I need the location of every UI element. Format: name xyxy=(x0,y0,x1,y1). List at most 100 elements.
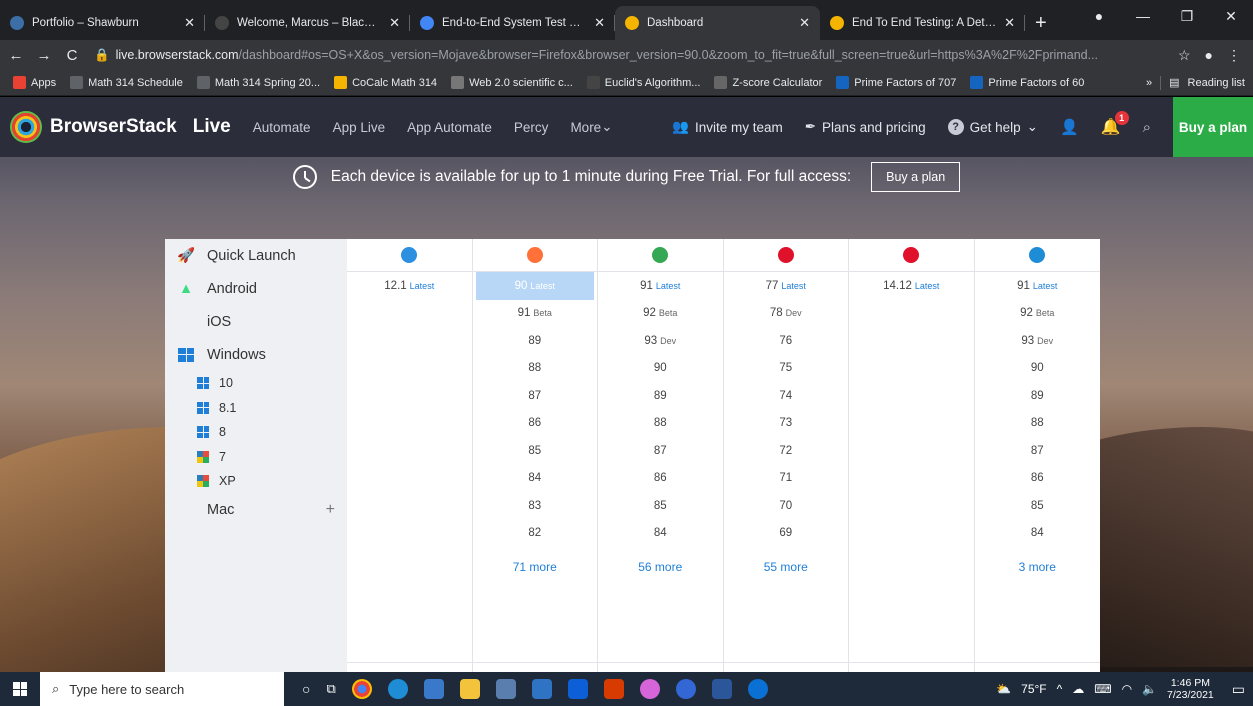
nav-more[interactable]: More xyxy=(570,120,601,135)
dropbox-icon[interactable] xyxy=(567,679,588,699)
mail-icon[interactable] xyxy=(531,679,552,699)
tray-chevron-icon[interactable]: ^ xyxy=(1057,682,1063,696)
app-taskbar-icon[interactable] xyxy=(423,679,444,699)
expand-plus-icon[interactable]: + xyxy=(326,501,335,519)
reading-list-button[interactable]: Reading list xyxy=(1188,77,1245,89)
browser-tab[interactable]: Portfolio – Shawburn ✕ xyxy=(0,6,205,40)
taskbar-search-box[interactable]: ⌕ Type here to search xyxy=(40,672,284,706)
os-item-android[interactable]: ▲ Android xyxy=(165,272,347,305)
weather-icon[interactable]: ⛅ xyxy=(996,682,1011,696)
maximize-button[interactable]: ❐ xyxy=(1165,8,1209,25)
windows-version-8.1[interactable]: 8.1 xyxy=(165,396,347,421)
browser-version[interactable]: 90 xyxy=(598,355,723,383)
search-icon[interactable]: ⌕ xyxy=(1143,119,1151,136)
browser-version[interactable]: 75 xyxy=(724,355,849,383)
browser-tab[interactable]: Dashboard ✕ xyxy=(615,6,820,40)
browser-version[interactable]: 91 Latest xyxy=(975,272,1101,300)
office-icon[interactable] xyxy=(603,679,624,699)
browser-version[interactable]: 88 xyxy=(975,410,1101,438)
bookmark-item[interactable]: Euclid's Algorithm... xyxy=(580,76,708,89)
start-button[interactable] xyxy=(0,682,40,696)
get-help-dropdown[interactable]: ? Get help ⌄ xyxy=(947,119,1038,135)
browser-version[interactable]: 90 xyxy=(975,355,1101,383)
browser-version[interactable]: 69 xyxy=(724,520,849,548)
browser-version[interactable]: 84 xyxy=(473,465,598,493)
os-item-windows[interactable]: Windows xyxy=(165,338,347,371)
browser-version[interactable]: 77 Latest xyxy=(724,272,849,300)
tab-close-icon[interactable]: ✕ xyxy=(594,15,605,31)
browser-version[interactable]: 89 xyxy=(598,382,723,410)
bookmark-item[interactable]: Math 314 Schedule xyxy=(63,76,190,89)
trial-buy-plan-button[interactable]: Buy a plan xyxy=(871,162,961,192)
browser-version[interactable]: 74 xyxy=(724,382,849,410)
bookmark-item[interactable]: Prime Factors of 60 xyxy=(963,76,1091,89)
browser-version[interactable]: 88 xyxy=(598,410,723,438)
forward-button[interactable]: → xyxy=(32,47,56,64)
windows-version-7[interactable]: 7 xyxy=(165,445,347,470)
cortana-icon[interactable]: ○ xyxy=(302,681,310,697)
browser-version[interactable]: 84 xyxy=(975,520,1101,548)
reload-button[interactable]: C xyxy=(60,47,84,64)
browser-version[interactable]: 78 Dev xyxy=(724,300,849,328)
browser-version[interactable]: 89 xyxy=(975,382,1101,410)
minimize-button[interactable]: — xyxy=(1121,8,1165,24)
network-icon[interactable]: ⌨ xyxy=(1094,682,1111,696)
browser-version[interactable]: 92 Beta xyxy=(975,300,1101,328)
browser-version[interactable]: 89 xyxy=(473,327,598,355)
browser-version[interactable]: 91 Latest xyxy=(598,272,723,300)
chrome-taskbar-icon[interactable] xyxy=(351,679,372,699)
browser-version[interactable]: 83 xyxy=(473,492,598,520)
bookmark-item[interactable]: Web 2.0 scientific c... xyxy=(444,76,580,89)
windows-version-8[interactable]: 8 xyxy=(165,420,347,445)
show-more-versions-link[interactable]: 56 more xyxy=(598,547,723,587)
bookmarks-overflow-button[interactable]: » xyxy=(1146,77,1152,89)
nav-app-automate[interactable]: App Automate xyxy=(407,120,492,135)
notifications-bell-icon[interactable]: 🔔 1 xyxy=(1101,111,1129,137)
browser-tab[interactable]: End To End Testing: A Detaile ✕ xyxy=(820,6,1025,40)
browser-version[interactable]: 91 Beta xyxy=(473,300,598,328)
word-icon[interactable] xyxy=(711,679,732,699)
bookmark-item[interactable]: CoCalc Math 314 xyxy=(327,76,444,89)
onedrive-icon[interactable]: ☁ xyxy=(1072,682,1084,696)
help-app-icon[interactable] xyxy=(747,679,768,699)
bookmark-star-icon[interactable]: ☆ xyxy=(1178,47,1191,64)
browser-version[interactable]: 85 xyxy=(473,437,598,465)
store-icon[interactable] xyxy=(495,679,516,699)
os-item-mac[interactable]: Mac + xyxy=(165,494,347,527)
browserstack-logo[interactable]: BrowserStack Live xyxy=(10,111,231,143)
os-item-ios[interactable]: iOS xyxy=(165,305,347,338)
browser-version[interactable]: 82 xyxy=(473,520,598,548)
tab-close-icon[interactable]: ✕ xyxy=(389,15,400,31)
browser-version[interactable]: 72 xyxy=(724,437,849,465)
close-window-button[interactable]: ✕ xyxy=(1209,8,1253,25)
browser-version[interactable]: 73 xyxy=(724,410,849,438)
nav-live[interactable]: Live xyxy=(193,116,231,137)
address-bar[interactable]: 🔒 live.browserstack.com /dashboard#os=OS… xyxy=(94,42,1178,68)
account-icon[interactable]: ● xyxy=(1205,47,1213,64)
browser-version[interactable]: 86 xyxy=(975,465,1101,493)
tab-close-icon[interactable]: ✕ xyxy=(1004,15,1015,31)
browser-version[interactable]: 70 xyxy=(724,492,849,520)
browser-version[interactable]: 88 xyxy=(473,355,598,383)
windows-version-XP[interactable]: XP xyxy=(165,469,347,494)
browser-version[interactable]: 71 xyxy=(724,465,849,493)
browser-version[interactable]: 87 xyxy=(598,437,723,465)
browser-version[interactable]: 85 xyxy=(598,492,723,520)
wifi-icon[interactable]: ◠ xyxy=(1122,682,1132,696)
tab-close-icon[interactable]: ✕ xyxy=(799,15,810,31)
os-item-quick-launch[interactable]: 🚀 Quick Launch xyxy=(165,239,347,272)
browser-tab[interactable]: Welcome, Marcus – Blackboa ✕ xyxy=(205,6,410,40)
new-tab-button[interactable]: + xyxy=(1025,6,1057,40)
menu-kebab-icon[interactable]: ⋮ xyxy=(1227,47,1241,64)
browser-version[interactable]: 85 xyxy=(975,492,1101,520)
browser-version[interactable]: 14.12 Latest xyxy=(849,272,974,300)
browser-version[interactable]: 86 xyxy=(598,465,723,493)
plans-pricing-link[interactable]: ✒ Plans and pricing xyxy=(805,119,926,135)
weather-temp[interactable]: 75°F xyxy=(1021,682,1046,696)
nav-percy[interactable]: Percy xyxy=(514,120,549,135)
windows-version-10[interactable]: 10 xyxy=(165,371,347,396)
bookmark-item[interactable]: Z-score Calculator xyxy=(707,76,829,89)
edge-taskbar-icon[interactable] xyxy=(387,679,408,699)
invite-team-button[interactable]: 👥 Invite my team xyxy=(672,119,783,135)
browser-version[interactable]: 92 Beta xyxy=(598,300,723,328)
